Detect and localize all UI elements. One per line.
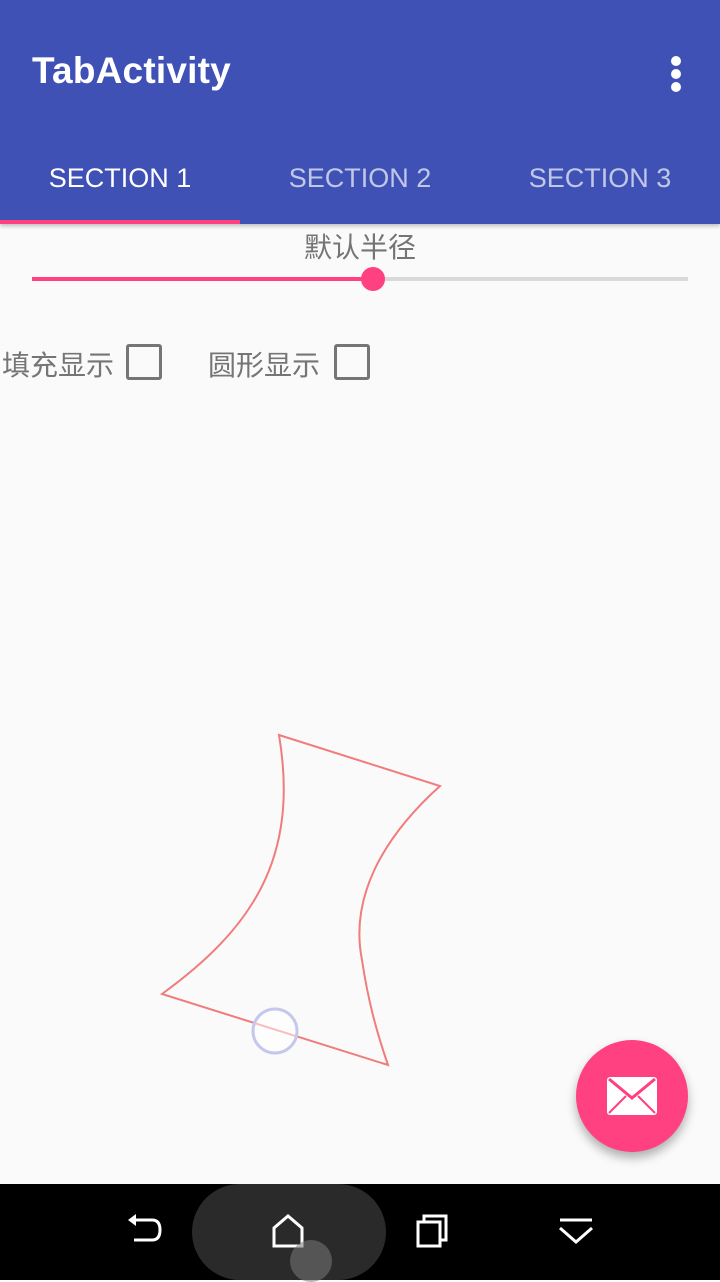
mail-fab-button[interactable] bbox=[576, 1040, 688, 1152]
more-vert-icon[interactable] bbox=[656, 52, 696, 96]
recents-icon[interactable] bbox=[410, 1210, 454, 1254]
tab-section-1[interactable]: SECTION 1 bbox=[0, 140, 240, 220]
slider-thumb[interactable] bbox=[361, 267, 386, 291]
tab-bar: SECTION 1 SECTION 2 SECTION 3 bbox=[0, 140, 720, 224]
app-title: TabActivity bbox=[32, 50, 231, 91]
slider-fill bbox=[32, 277, 374, 281]
touch-handle[interactable] bbox=[251, 1007, 299, 1055]
tab-section-3[interactable]: SECTION 3 bbox=[480, 140, 720, 220]
curved-shape-outline bbox=[159, 733, 442, 1067]
mail-icon bbox=[607, 1077, 657, 1115]
back-icon[interactable] bbox=[122, 1210, 166, 1254]
tab-indicator bbox=[0, 220, 240, 224]
app-bar: TabActivity SECTION 1 SECTION 2 SECTION … bbox=[0, 0, 720, 224]
radius-slider-label: 默认半径 bbox=[303, 231, 416, 264]
display-options: 填充显示 圆形显示 bbox=[0, 340, 720, 384]
circle-display-label: 圆形显示 bbox=[208, 349, 321, 382]
fill-display-label: 填充显示 bbox=[2, 349, 115, 382]
tab-section-2[interactable]: SECTION 2 bbox=[240, 140, 480, 220]
radius-slider[interactable] bbox=[32, 262, 688, 298]
fill-display-checkbox[interactable] bbox=[126, 344, 162, 380]
hide-nav-icon[interactable] bbox=[554, 1210, 598, 1254]
circle-display-checkbox[interactable] bbox=[334, 344, 370, 380]
navigation-bar bbox=[0, 1184, 720, 1280]
touch-indicator bbox=[290, 1240, 332, 1282]
